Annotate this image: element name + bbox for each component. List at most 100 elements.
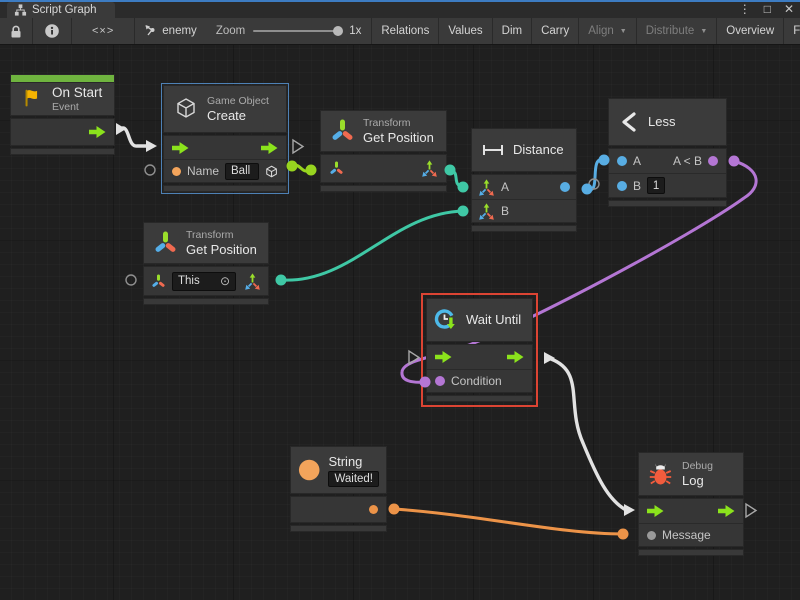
target-object-field[interactable]: This ⊙ [172, 272, 236, 291]
bug-icon [648, 462, 674, 487]
message-input-port[interactable] [647, 531, 656, 540]
node-category: Game Object [207, 95, 269, 108]
condition-input-port[interactable] [435, 376, 445, 386]
toolbar-button-dim[interactable]: Dim [493, 18, 532, 44]
node-header: Transform Get Position [143, 222, 269, 264]
toolbar-button-carry[interactable]: Carry [532, 18, 579, 44]
node-footer [163, 185, 287, 192]
toolbar-button-values[interactable]: Values [439, 18, 492, 44]
flow-output-port[interactable] [89, 126, 106, 138]
result-label: A < B [673, 154, 702, 168]
window-maximize-icon[interactable]: □ [764, 2, 771, 16]
node-debug-log[interactable]: Debug Log Message [638, 452, 744, 556]
toolbar-button-overview[interactable]: Overview [717, 18, 784, 44]
node-footer [290, 525, 387, 532]
event-accent-bar [10, 74, 115, 82]
bool-output-port[interactable] [708, 156, 718, 166]
node-footer [426, 395, 533, 402]
node-on-start-event[interactable]: On Start Event [10, 74, 115, 155]
zoom-slider-handle[interactable] [333, 26, 343, 36]
node-get-position-mid[interactable]: Transform Get Position This ⊙ [143, 222, 269, 305]
zoom-label: Zoom [216, 25, 245, 37]
node-ports [320, 154, 447, 183]
node-footer [471, 225, 577, 232]
zoom-control: Zoom 1x [206, 18, 372, 44]
toolbar-button-relations[interactable]: Relations [371, 18, 439, 44]
zoom-value: 1x [349, 25, 361, 37]
flow-output-port[interactable] [261, 142, 278, 154]
node-string-literal[interactable]: String Waited! [290, 446, 387, 532]
string-value-field[interactable]: Waited! [328, 471, 379, 487]
toolbar-button-fullscreen[interactable]: Full Screen [784, 18, 800, 44]
port-label: Message [662, 528, 711, 542]
port-label: Name [187, 164, 219, 178]
node-title: Get Position [186, 242, 257, 258]
tab-script-graph[interactable]: Script Graph [7, 2, 115, 18]
window-close-icon[interactable]: ✕ [784, 2, 794, 16]
node-ports [290, 496, 387, 523]
node-get-position-top[interactable]: Transform Get Position [320, 110, 447, 192]
flow-output-port[interactable] [507, 351, 524, 363]
graph-toolbar: <×> enemy Zoom 1x Relations Values Dim C… [0, 18, 800, 45]
code-view-button[interactable]: <×> [72, 18, 135, 44]
node-subtitle: Event [52, 101, 102, 114]
gameobject-output-port[interactable] [265, 164, 278, 179]
node-footer [10, 148, 115, 155]
flow-input-port[interactable] [647, 505, 664, 517]
node-header: Distance [471, 128, 577, 172]
focus-accent-line [0, 0, 800, 2]
node-distance[interactable]: Distance A [471, 128, 577, 232]
node-footer [143, 298, 269, 305]
node-header: Wait Until [426, 298, 533, 342]
node-title: String [328, 454, 379, 470]
string-output-port[interactable] [369, 505, 378, 514]
node-title: On Start [52, 85, 102, 101]
float-output-port[interactable] [560, 182, 570, 192]
wait-clock-icon [433, 307, 460, 333]
node-ports: Name Ball [163, 135, 287, 183]
flag-icon [20, 87, 44, 111]
port-label: B [633, 179, 641, 193]
vector3-input-port-b[interactable] [478, 203, 495, 220]
b-value-field[interactable]: 1 [647, 177, 665, 194]
node-header: Transform Get Position [320, 110, 447, 152]
zoom-slider[interactable] [253, 30, 341, 32]
port-label: Condition [451, 374, 502, 388]
float-input-port-b[interactable] [617, 181, 627, 191]
vector3-input-port-a[interactable] [478, 179, 495, 196]
node-footer [320, 185, 447, 192]
vector3-output-port[interactable] [244, 273, 261, 290]
node-less[interactable]: Less A A < B B 1 [608, 98, 727, 207]
toolbar-button-align[interactable]: Align ▼ [579, 18, 637, 44]
node-ports: A B [471, 174, 577, 223]
node-wait-until[interactable]: Wait Until Condition [426, 298, 533, 402]
node-gameobject-create[interactable]: Game Object Create Name Ball [163, 85, 287, 192]
transform-icon [153, 230, 178, 256]
info-icon [44, 23, 60, 39]
transform-input-port[interactable] [329, 161, 344, 176]
cube-icon [173, 96, 199, 122]
graph-icon [14, 3, 27, 17]
window-menu-icon[interactable]: ⋮ [739, 2, 751, 16]
toolbar-button-distribute[interactable]: Distribute ▼ [637, 18, 718, 44]
flow-input-port[interactable] [172, 142, 189, 154]
node-ports: This ⊙ [143, 266, 269, 296]
object-picker-icon[interactable]: ⊙ [220, 274, 230, 288]
lock-button[interactable] [0, 18, 33, 44]
node-title: Log [682, 473, 713, 489]
node-header: On Start Event [10, 82, 115, 116]
info-button[interactable] [33, 18, 72, 44]
transform-input-port[interactable] [151, 274, 166, 289]
string-input-port[interactable] [172, 167, 181, 176]
graph-reference[interactable]: enemy [135, 18, 206, 44]
node-title: Wait Until [466, 312, 521, 328]
vector3-output-port[interactable] [421, 160, 438, 177]
float-input-port-a[interactable] [617, 156, 627, 166]
dropdown-arrow-icon: ▼ [700, 28, 707, 35]
string-icon [298, 458, 320, 482]
port-label: A [501, 180, 509, 194]
name-input-field[interactable]: Ball [225, 163, 259, 180]
flow-output-port[interactable] [718, 505, 735, 517]
flow-input-port[interactable] [435, 351, 452, 363]
port-label: B [501, 204, 509, 218]
